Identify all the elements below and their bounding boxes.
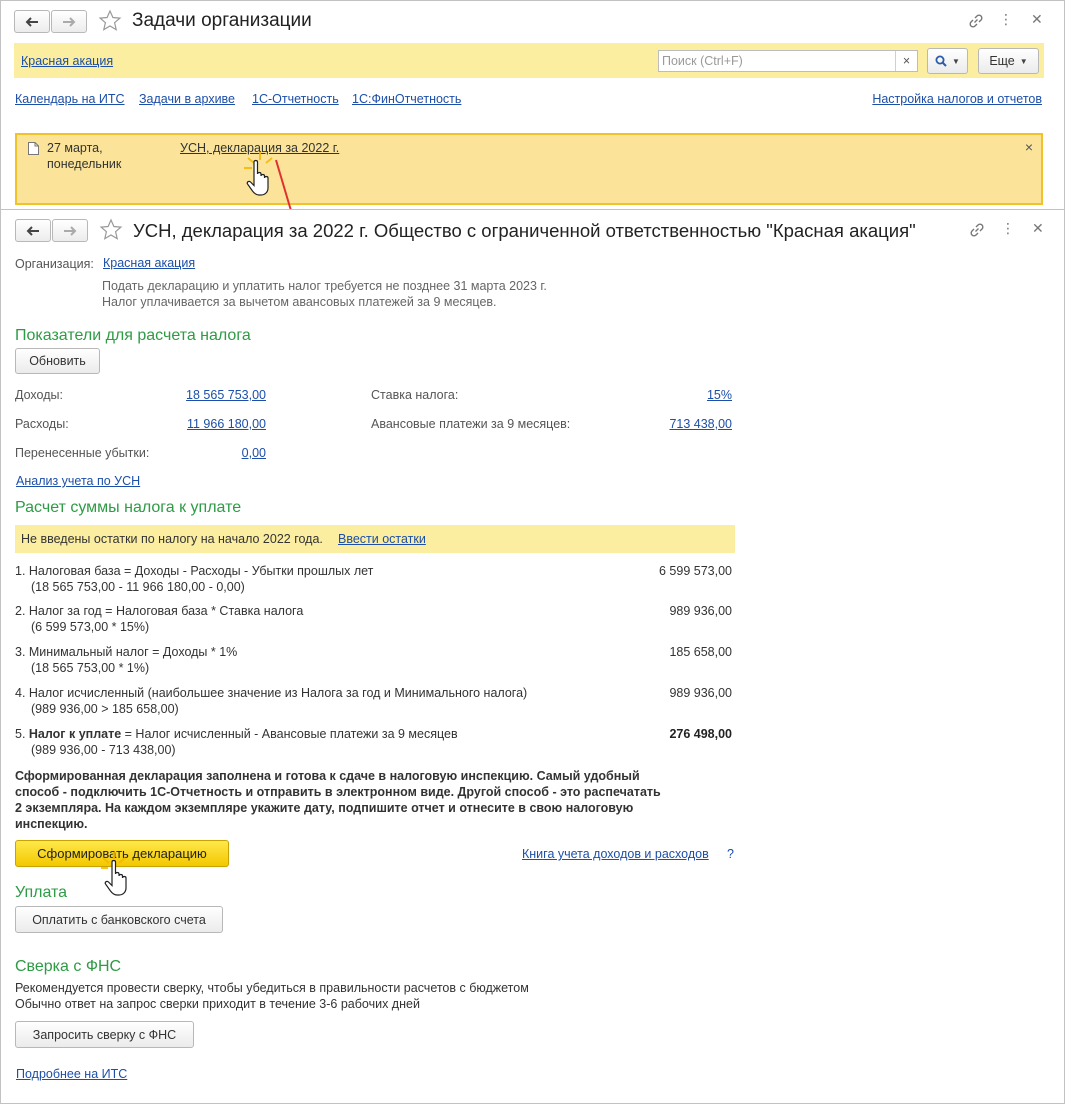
tasks-window: Задачи организации ⋮ ✕ Красная акация По… [0, 0, 1065, 212]
link-icon[interactable] [967, 12, 985, 30]
advance-label: Авансовые платежи за 9 месяцев: [371, 417, 571, 431]
fns-note-1: Рекомендуется провести сверку, чтобы убе… [15, 981, 529, 995]
income-expense-book-link[interactable]: Книга учета доходов и расходов [522, 847, 709, 861]
forward-button[interactable] [52, 219, 88, 242]
row5-rest: = Налог исчисленный - Авансовые платежи … [121, 727, 458, 741]
more-vert-icon[interactable]: ⋮ [999, 11, 1013, 28]
task-close-icon[interactable]: × [1025, 139, 1033, 155]
calc-row-values: (18 565 753,00 * 1%) [31, 661, 150, 675]
link-1c-finreporting[interactable]: 1С:ФинОтчетность [352, 92, 461, 106]
task-date-line1: 27 марта, [47, 141, 103, 155]
calc-row-result: 185 658,00 [669, 645, 732, 659]
calc-header: Расчет суммы налога к уплате [15, 499, 242, 516]
ready-text-line: инспекцию. [15, 817, 88, 831]
close-icon[interactable]: ✕ [1032, 220, 1044, 237]
calc-row-result: 6 599 573,00 [659, 564, 732, 578]
favorite-star-icon[interactable] [98, 9, 122, 33]
income-label: Доходы: [15, 388, 63, 402]
search-button[interactable]: ▼ [927, 48, 968, 74]
search-input[interactable]: Поиск (Ctrl+F) × [658, 50, 918, 72]
expenses-value[interactable]: 11 966 180,00 [187, 417, 266, 431]
more-vert-icon[interactable]: ⋮ [1001, 220, 1015, 237]
calc-row-result: 989 936,00 [669, 686, 732, 700]
arrow-right-icon [64, 225, 77, 236]
document-icon [28, 142, 39, 155]
back-button[interactable] [14, 10, 50, 33]
ready-text-line: способ - подключить 1С-Отчетность и отпр… [15, 785, 661, 799]
analysis-link[interactable]: Анализ учета по УСН [16, 474, 140, 488]
advance-note: Налог уплачивается за вычетом авансовых … [102, 295, 497, 309]
favorite-star-icon[interactable] [99, 218, 123, 242]
warning-bar: Не введены остатки по налогу на начало 2… [15, 525, 735, 553]
link-1c-reporting[interactable]: 1С-Отчетность [252, 92, 339, 106]
calc-row-result: 276 498,00 [669, 727, 732, 741]
payment-header: Уплата [15, 884, 68, 901]
ready-text: Сформированная декларация заполнена и го… [15, 768, 661, 832]
calc-row-values: (6 599 573,00 * 15%) [31, 620, 150, 634]
ready-text-line: Сформированная декларация заполнена и го… [15, 769, 640, 783]
org-link[interactable]: Красная акация [21, 54, 113, 68]
more-button[interactable]: Еще ▼ [978, 48, 1039, 74]
income-value[interactable]: 18 565 753,00 [186, 388, 266, 402]
losses-label: Перенесенные убытки: [15, 446, 150, 460]
org-bar: Красная акация Поиск (Ctrl+F) × ▼ Еще ▼ [14, 43, 1044, 78]
forward-button[interactable] [51, 10, 87, 33]
warning-text: Не введены остатки по налогу на начало 2… [21, 532, 323, 546]
refresh-button[interactable]: Обновить [15, 348, 100, 374]
calc-row-values: (989 936,00 > 185 658,00) [31, 702, 179, 716]
fns-request-label: Запросить сверку с ФНС [32, 1027, 177, 1042]
refresh-button-label: Обновить [29, 354, 86, 368]
cursor-hand-icon [101, 852, 127, 896]
window-title: УСН, декларация за 2022 г. Общество с ог… [133, 220, 916, 241]
calc-row-values: (18 565 753,00 - 11 966 180,00 - 0,00) [31, 580, 245, 594]
deadline-note: Подать декларацию и уплатить налог требу… [102, 279, 547, 293]
search-clear-button[interactable]: × [895, 51, 917, 71]
arrow-right-icon [63, 16, 76, 27]
enter-balances-link[interactable]: Ввести остатки [338, 532, 426, 546]
search-placeholder: Поиск (Ctrl+F) [662, 54, 743, 68]
link-archive[interactable]: Задачи в архиве [139, 92, 235, 106]
calc-row-formula: 5. Налог к уплате = Налог исчисленный - … [15, 727, 458, 741]
row5-prefix: 5. [15, 727, 29, 741]
indicators-header: Показатели для расчета налога [15, 327, 251, 344]
row5-bold: Налог к уплате [28, 727, 122, 741]
calc-row-formula: 2. Налог за год = Налоговая база * Ставк… [15, 604, 304, 618]
fns-note-2: Обычно ответ на запрос сверки приходит в… [15, 997, 420, 1011]
org-label: Организация: [15, 257, 94, 271]
link-calendar-its[interactable]: Календарь на ИТС [15, 92, 125, 106]
arrow-left-icon [26, 225, 39, 236]
ready-text-line: 2 экземпляра. На каждом экземпляре укажи… [15, 801, 634, 815]
expenses-label: Расходы: [15, 417, 69, 431]
fns-request-button[interactable]: Запросить сверку с ФНС [15, 1021, 194, 1048]
cursor-hand-icon [244, 152, 293, 215]
more-button-label: Еще [989, 54, 1015, 68]
calc-row-result: 989 936,00 [669, 604, 732, 618]
calc-row-formula: 4. Налог исчисленный (наибольшее значени… [15, 686, 528, 700]
link-icon[interactable] [968, 221, 986, 239]
calc-row-values: (989 936,00 - 713 438,00) [31, 743, 176, 757]
rate-label: Ставка налога: [371, 388, 459, 402]
org-link[interactable]: Красная акация [103, 256, 195, 270]
help-icon[interactable]: ? [727, 847, 734, 861]
back-button[interactable] [15, 219, 51, 242]
losses-value[interactable]: 0,00 [242, 446, 266, 460]
close-icon[interactable]: ✕ [1031, 11, 1043, 28]
task-date-line2: понедельник [47, 157, 122, 171]
window-title: Задачи организации [132, 10, 312, 31]
declaration-window: УСН, декларация за 2022 г. Общество с ог… [0, 209, 1065, 1104]
chevron-down-icon: ▼ [952, 56, 960, 66]
calc-row-formula: 1. Налоговая база = Доходы - Расходы - У… [15, 564, 374, 578]
calc-row-formula: 3. Минимальный налог = Доходы * 1% [15, 645, 238, 659]
pay-button[interactable]: Оплатить с банковского счета [15, 906, 223, 933]
pay-button-label: Оплатить с банковского счета [32, 912, 206, 927]
advance-value[interactable]: 713 438,00 [669, 417, 732, 431]
arrow-left-icon [25, 16, 38, 27]
search-icon [935, 55, 947, 67]
fns-header: Сверка с ФНС [15, 958, 122, 975]
chevron-down-icon: ▼ [1019, 56, 1028, 66]
task-panel: 27 марта, понедельник УСН, декларация за… [15, 133, 1043, 205]
settings-link[interactable]: Настройка налогов и отчетов [872, 92, 1042, 106]
rate-value[interactable]: 15% [707, 388, 732, 402]
more-its-link[interactable]: Подробнее на ИТС [16, 1067, 127, 1081]
